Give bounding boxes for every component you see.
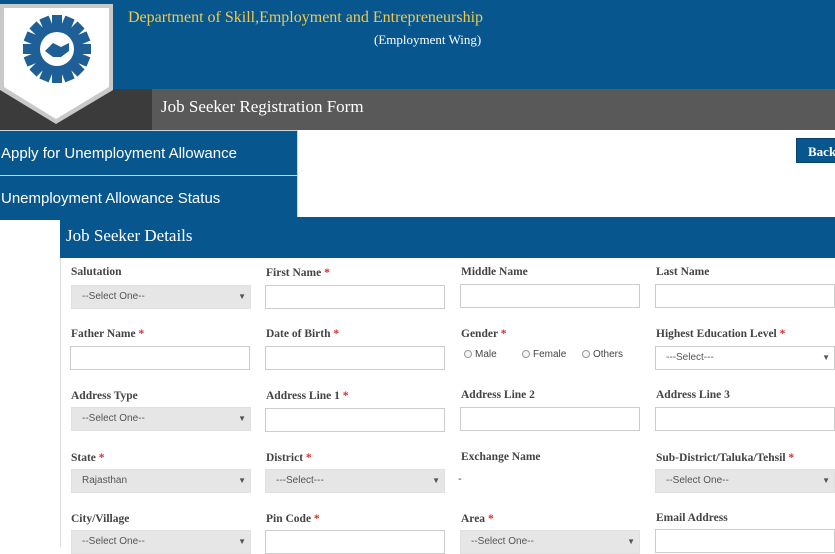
middle-name-label: Middle Name (461, 266, 528, 278)
address-line2-field[interactable] (460, 407, 640, 431)
chevron-down-icon: ▼ (432, 476, 440, 485)
first-name-field[interactable] (265, 285, 445, 309)
salutation-label: Salutation (71, 266, 122, 278)
job-seeker-details-title: Job Seeker Details (66, 226, 193, 245)
father-name-label: Father Name * (71, 328, 145, 340)
gender-male-radio[interactable]: Male (464, 349, 497, 360)
email-field[interactable] (655, 529, 835, 553)
form-title: Job Seeker Registration Form (161, 97, 364, 116)
email-label: Email Address (656, 512, 728, 524)
area-select[interactable]: --Select One-- ▼ (460, 530, 640, 554)
gender-others-radio[interactable]: Others (582, 349, 623, 360)
subdistrict-label: Sub-District/Taluka/Tehsil * (656, 452, 795, 464)
state-select[interactable]: Rajasthan ▼ (71, 469, 251, 493)
last-name-field[interactable] (655, 284, 835, 308)
chevron-down-icon: ▼ (238, 537, 246, 546)
dob-label: Date of Birth * (266, 328, 340, 340)
back-button[interactable]: Back (796, 138, 835, 163)
father-name-field[interactable] (70, 346, 250, 370)
state-label: State * (71, 452, 105, 464)
salutation-select[interactable]: --Select One-- ▼ (71, 285, 251, 309)
address-line3-label: Address Line 3 (656, 389, 730, 401)
first-name-label: First Name * (266, 267, 330, 279)
middle-name-field[interactable] (460, 284, 640, 308)
gender-female-radio[interactable]: Female (522, 349, 566, 360)
district-label: District * (266, 452, 312, 464)
wing-name: (Employment Wing) (374, 32, 482, 47)
address-type-label: Address Type (71, 390, 138, 402)
area-label: Area * (461, 513, 494, 525)
radio-icon (582, 350, 590, 358)
city-village-label: City/Village (71, 513, 130, 525)
pin-code-field[interactable] (265, 530, 445, 554)
address-type-select[interactable]: --Select One-- ▼ (71, 407, 251, 431)
education-label: Highest Education Level * (656, 328, 786, 340)
chevron-down-icon: ▼ (238, 292, 246, 301)
city-village-select[interactable]: --Select One-- ▼ (71, 530, 251, 554)
menu-apply-unemployment-allowance[interactable]: Apply for Unemployment Allowance (0, 130, 298, 175)
education-select[interactable]: ---Select--- ▼ (655, 346, 835, 370)
chevron-down-icon: ▼ (822, 353, 830, 362)
last-name-label: Last Name (656, 266, 710, 278)
department-name: Department of Skill,Employment and Entre… (128, 9, 484, 26)
subdistrict-select[interactable]: --Select One-- ▼ (655, 469, 835, 493)
side-menu: Apply for Unemployment Allowance Unemplo… (0, 130, 298, 220)
radio-icon (522, 350, 530, 358)
pin-code-label: Pin Code * (266, 513, 320, 525)
address-line2-label: Address Line 2 (461, 389, 535, 401)
gear-handshake-logo-icon (0, 4, 113, 124)
chevron-down-icon: ▼ (238, 476, 246, 485)
address-line1-label: Address Line 1 * (266, 390, 349, 402)
radio-icon (464, 350, 472, 358)
menu-unemployment-allowance-status[interactable]: Unemployment Allowance Status (0, 175, 298, 220)
exchange-name-label: Exchange Name (461, 451, 541, 463)
exchange-name-value: - (458, 473, 462, 485)
chevron-down-icon: ▼ (627, 537, 635, 546)
dob-field[interactable] (265, 346, 445, 370)
address-line3-field[interactable] (655, 407, 835, 431)
chevron-down-icon: ▼ (822, 476, 830, 485)
gender-label: Gender * (461, 328, 507, 340)
chevron-down-icon: ▼ (238, 414, 246, 423)
address-line1-field[interactable] (265, 408, 445, 432)
district-select[interactable]: ---Select--- ▼ (265, 469, 445, 493)
